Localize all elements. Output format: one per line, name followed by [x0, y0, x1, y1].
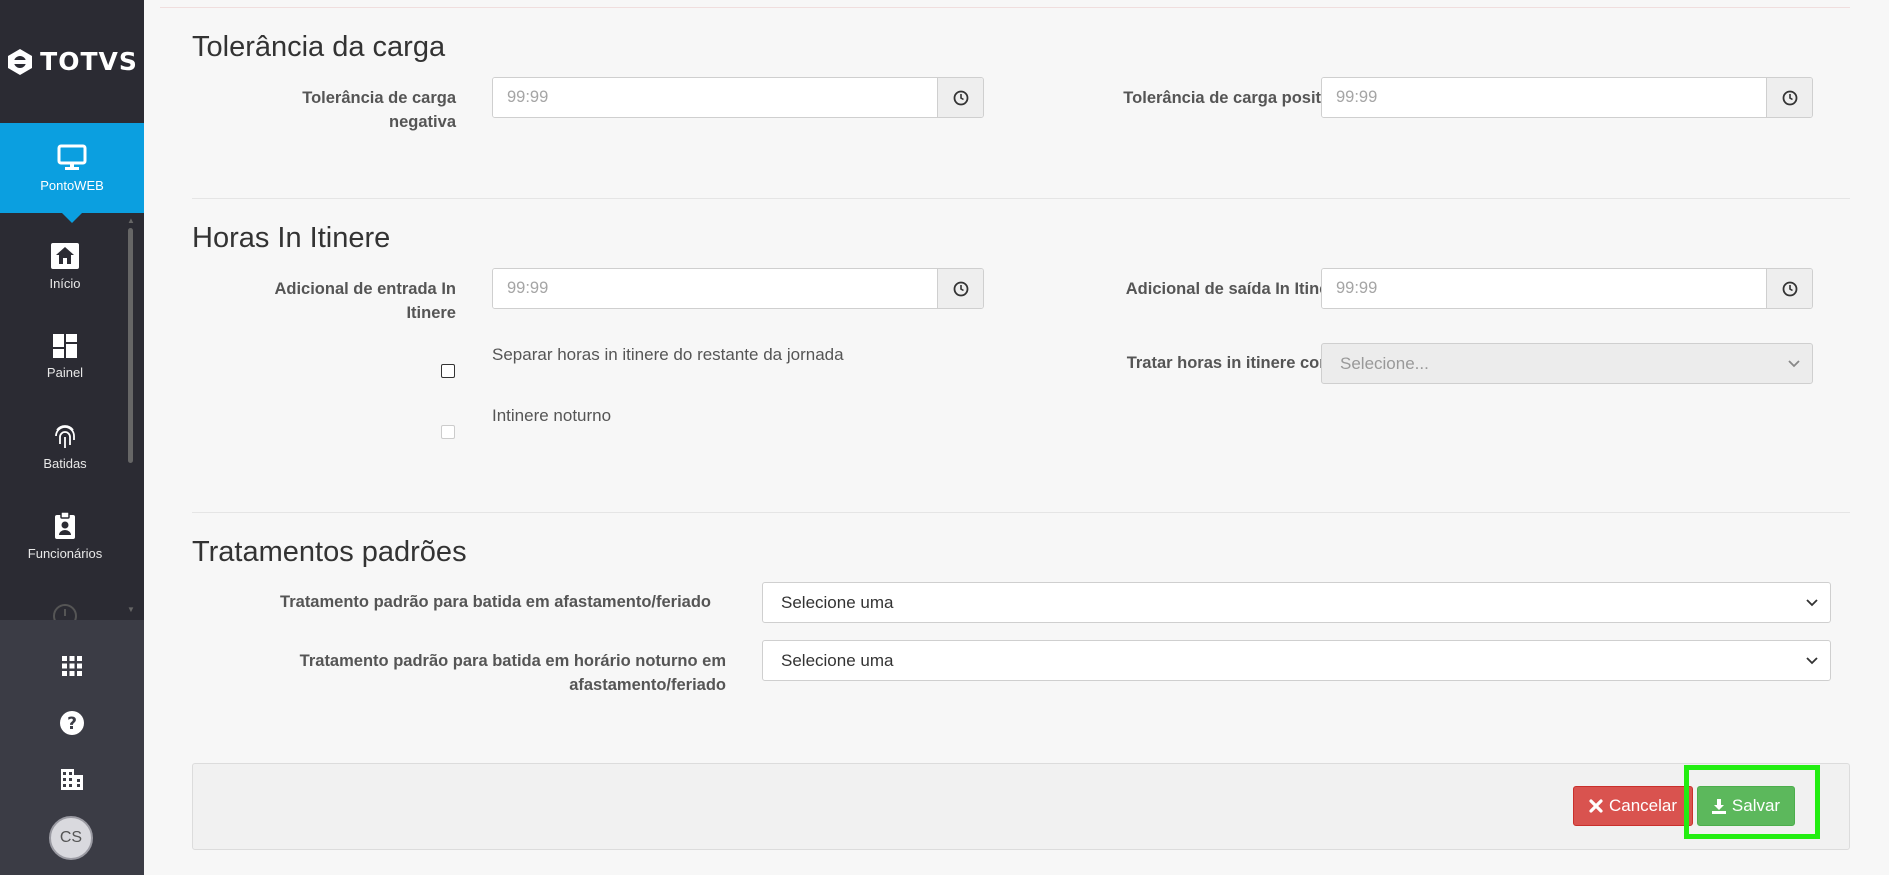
help-icon[interactable]: ?: [56, 707, 88, 739]
tratamento-afastamento-select[interactable]: Selecione uma: [762, 582, 1831, 623]
save-highlight-box: [1684, 765, 1820, 839]
label-tolerancia-negativa: Tolerância de carga negativa: [302, 89, 456, 131]
select-value: Selecione uma: [781, 650, 894, 670]
clock-icon: [53, 604, 77, 620]
tratamento-noturno-select[interactable]: Selecione uma: [762, 640, 1831, 681]
label-tolerancia-positiva: Tolerância de carga positiva: [1123, 89, 1344, 107]
fingerprint-icon: [55, 424, 75, 448]
section-title-tratamentos: Tratamentos padrões: [192, 536, 467, 568]
clock-icon[interactable]: [1766, 78, 1812, 117]
section-title-tolerancia: Tolerância da carga: [192, 31, 446, 63]
sidebar-item-label: PontoWEB: [40, 177, 104, 193]
adicional-entrada-input[interactable]: [493, 269, 937, 308]
svg-text:?: ?: [67, 714, 77, 734]
badge-icon: [55, 511, 75, 539]
totvs-hex-icon: [8, 48, 33, 75]
sidebar-item-label: Painel: [46, 364, 84, 380]
chevron-down-icon: [1806, 598, 1818, 606]
sidebar-item-label: Funcionários: [27, 545, 103, 561]
dashboard-icon: [53, 333, 77, 358]
brand-name: TOTVS: [40, 47, 138, 76]
adicional-entrada-field: [492, 268, 984, 309]
clock-icon[interactable]: [937, 269, 983, 308]
tolerancia-negativa-field: [492, 77, 984, 118]
cancel-label: Cancelar: [1608, 796, 1678, 815]
totvs-logo[interactable]: TOTVS: [0, 0, 144, 123]
separar-itinere-label: Separar horas in itinere do restante da …: [492, 345, 844, 364]
sidebar-item-pontoweb[interactable]: PontoWEB: [0, 123, 144, 223]
section-title-itinere: Horas In Itinere: [192, 222, 391, 254]
select-value: Selecione...: [1340, 353, 1429, 373]
sidebar-item-batidas[interactable]: Batidas: [0, 406, 130, 486]
separar-itinere-checkbox[interactable]: [441, 364, 455, 378]
sidebar: TOTVS PontoWEB Início Painel Batidas Fun…: [0, 0, 144, 875]
itinere-noturno-label: Intinere noturno: [492, 406, 612, 425]
itinere-noturno-checkbox[interactable]: [441, 425, 455, 439]
sidebar-item-funcionarios[interactable]: Funcionários: [0, 496, 130, 576]
chevron-down-icon: [1806, 656, 1818, 664]
section-divider: [192, 198, 1850, 199]
top-divider: [160, 7, 1850, 8]
sidebar-item-painel[interactable]: Painel: [0, 316, 130, 396]
cancel-button[interactable]: Cancelar: [1573, 786, 1693, 826]
monitor-icon: [57, 144, 87, 170]
tolerancia-negativa-input[interactable]: [493, 78, 937, 117]
sidebar-item-inicio[interactable]: Início: [0, 226, 130, 306]
select-value: Selecione uma: [781, 592, 894, 612]
label-adicional-entrada: Adicional de entrada In Itinere: [274, 280, 456, 322]
adicional-saida-field: [1321, 268, 1813, 309]
building-icon[interactable]: [56, 763, 88, 795]
tolerancia-positiva-input[interactable]: [1322, 78, 1766, 117]
sidebar-scrollbar[interactable]: [128, 228, 133, 463]
scroll-down-icon[interactable]: ▼: [127, 605, 135, 614]
sidebar-item-label: Início: [49, 275, 81, 291]
label-adicional-saida: Adicional de saída In Itinere: [1125, 280, 1344, 298]
section-divider: [192, 512, 1850, 513]
chevron-down-icon: [1788, 359, 1800, 367]
adicional-saida-input[interactable]: [1322, 269, 1766, 308]
label-tratamento-noturno: Tratamento padrão para batida em horário…: [299, 652, 726, 694]
clock-icon[interactable]: [1766, 269, 1812, 308]
label-tratamento-afastamento: Tratamento padrão para batida em afastam…: [280, 593, 711, 611]
label-tratar-itinere: Tratar horas in itinere como: [1126, 354, 1344, 372]
close-icon: [1589, 799, 1603, 813]
apps-grid-icon[interactable]: [56, 650, 88, 682]
tratar-itinere-select[interactable]: Selecione...: [1321, 343, 1813, 384]
main-content: Tolerância da carga Tolerância de carga …: [160, 0, 1889, 875]
sidebar-item-label: Batidas: [43, 455, 87, 471]
scroll-up-icon[interactable]: ▲: [127, 216, 135, 225]
home-icon: [51, 242, 79, 269]
tolerancia-positiva-field: [1321, 77, 1813, 118]
user-avatar[interactable]: CS: [49, 816, 93, 860]
clock-icon[interactable]: [937, 78, 983, 117]
